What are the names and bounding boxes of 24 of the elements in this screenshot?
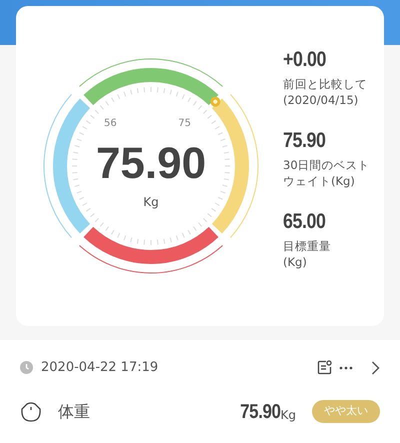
measurement-value: 75.90	[240, 402, 280, 422]
stat-label: ウェイト(Kg)	[283, 174, 356, 190]
chevron-right-icon[interactable]	[371, 360, 380, 375]
stat-value: +0.00	[283, 49, 326, 70]
measurement-name: 体重	[58, 400, 90, 422]
stat-label: 前回と比較して	[283, 77, 368, 93]
note-icon[interactable]	[317, 360, 332, 376]
scale-icon	[20, 400, 42, 422]
stat-label: (Kg)	[283, 254, 308, 270]
weight-value: 75.90	[96, 139, 206, 188]
record-datetime: 2020-04-22 17:19	[41, 359, 158, 377]
stat-value: 75.90	[283, 130, 326, 152]
scale-label: 56	[104, 118, 117, 129]
stat-label: (2020/04/15)	[283, 92, 360, 108]
stat-label: 30日間のベスト	[283, 158, 370, 174]
stat-label: 目標重量	[283, 239, 332, 255]
clock-icon	[20, 361, 33, 374]
measurement-unit: Kg	[280, 406, 296, 424]
status-badge: やや太い	[312, 400, 380, 423]
gauge-marker-icon	[210, 96, 220, 107]
weight-unit: Kg	[143, 195, 159, 209]
stat-value: 65.00	[283, 211, 326, 232]
scale-label: 75	[178, 118, 191, 129]
more-icon[interactable]	[339, 366, 353, 370]
